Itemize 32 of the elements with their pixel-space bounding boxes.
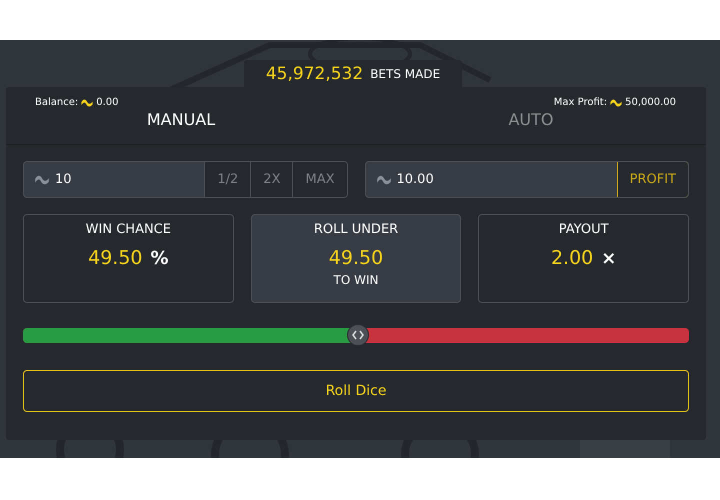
stat-unit: × [601,248,616,269]
profit-value: 10.00 [396,172,434,187]
roll-dice-button[interactable]: Roll Dice [23,370,689,412]
profit-button[interactable]: PROFIT [616,162,688,197]
bet-modifier-button[interactable]: 1/2 [204,162,250,197]
balance-value: 0.00 [96,97,119,108]
mode-tab[interactable]: MANUAL [6,108,356,144]
bet-amount-field[interactable]: 10 1/2 2X MAX [23,161,348,198]
stat-card[interactable]: ROLL UNDER 49.50 TO WIN [250,214,462,303]
stat-title: PAYOUT [558,222,609,237]
stat-value: 2.00 [550,247,594,269]
coin-icon [33,174,51,186]
balance-label: Balance: [35,97,78,108]
stat-title: ROLL UNDER [314,222,398,237]
stat-unit: % [150,248,169,269]
stat-value: 49.50 [328,247,384,269]
bet-modifier-button[interactable]: 2X [250,162,292,197]
bet-modifier-button[interactable]: MAX [292,162,346,197]
stat-subtitle: TO WIN [334,273,378,287]
mode-tab[interactable]: AUTO [356,108,706,144]
stat-value: 49.50 [88,247,143,269]
profit-field[interactable]: 10.00 PROFIT [364,161,689,198]
coin-icon [374,174,392,186]
coin-icon [80,98,94,108]
max-profit-value: 50,000.00 [625,97,676,108]
slider-handle[interactable] [346,324,369,346]
bets-count: 45,972,532 [266,64,364,84]
coin-icon [609,98,624,108]
max-profit-label: Max Profit: [554,97,608,108]
bet-amount-value: 10 [55,172,72,187]
bets-label: BETS MADE [370,66,440,80]
stat-title: WIN CHANCE [86,222,171,237]
